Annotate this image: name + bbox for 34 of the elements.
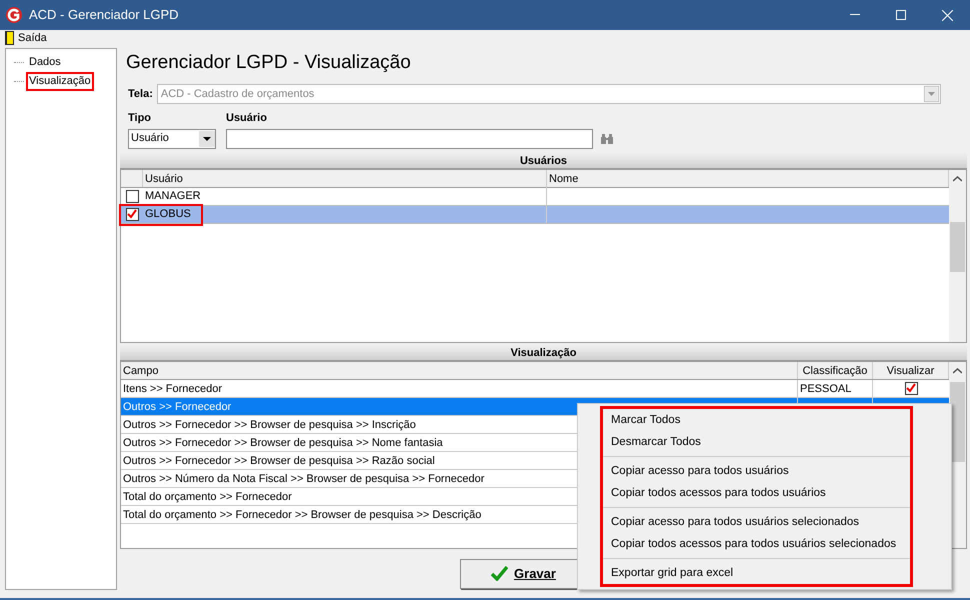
tipo-dropdown[interactable]: Usuário bbox=[128, 128, 216, 148]
scrollbar[interactable] bbox=[949, 170, 966, 342]
page-heading: Gerenciador LGPD - Visualização bbox=[126, 51, 412, 75]
tree-item[interactable]: Visualização bbox=[26, 72, 94, 91]
table-row[interactable]: GLOBUS bbox=[121, 206, 949, 224]
binoculars-icon[interactable] bbox=[601, 134, 613, 144]
table-cell: MANAGER bbox=[143, 187, 547, 205]
tree-item[interactable]: Dados bbox=[26, 53, 64, 72]
table-row[interactable]: Itens >> Fornecedor PESSOAL bbox=[121, 380, 949, 398]
column-header[interactable]: Classificação bbox=[798, 362, 873, 378]
checkbox[interactable] bbox=[904, 382, 918, 394]
scroll-up-icon[interactable] bbox=[953, 176, 962, 182]
column-header[interactable]: Campo bbox=[121, 362, 798, 378]
checkbox[interactable] bbox=[126, 190, 138, 202]
table-cell: PESSOAL bbox=[800, 382, 852, 394]
menu-item[interactable]: Copiar todos acessos para todos usuários selecionados bbox=[603, 533, 910, 555]
tipo-label: Tipo bbox=[128, 111, 152, 126]
usuario-field[interactable] bbox=[226, 128, 593, 148]
menu-item[interactable]: Exportar grid para excel bbox=[603, 562, 910, 584]
door-icon bbox=[5, 31, 14, 45]
dropdown-arrow-icon bbox=[924, 86, 939, 102]
section-header: Visualização bbox=[120, 344, 967, 360]
section-header: Usuários bbox=[120, 152, 967, 168]
table-cell: Itens >> Fornecedor bbox=[121, 380, 798, 396]
window-title: ACD - Gerenciador LGPD bbox=[29, 6, 179, 24]
scroll-up-icon[interactable] bbox=[953, 368, 962, 374]
menu-item[interactable]: Saída bbox=[0, 30, 52, 46]
tela-label: Tela: bbox=[128, 86, 153, 102]
checkmark-icon bbox=[491, 566, 508, 581]
table-cell: GLOBUS bbox=[143, 205, 547, 223]
checkbox[interactable] bbox=[126, 208, 138, 220]
column-header[interactable]: Usuário bbox=[143, 170, 547, 186]
app-logo-icon bbox=[5, 6, 23, 24]
usuario-label: Usuário bbox=[226, 111, 268, 126]
